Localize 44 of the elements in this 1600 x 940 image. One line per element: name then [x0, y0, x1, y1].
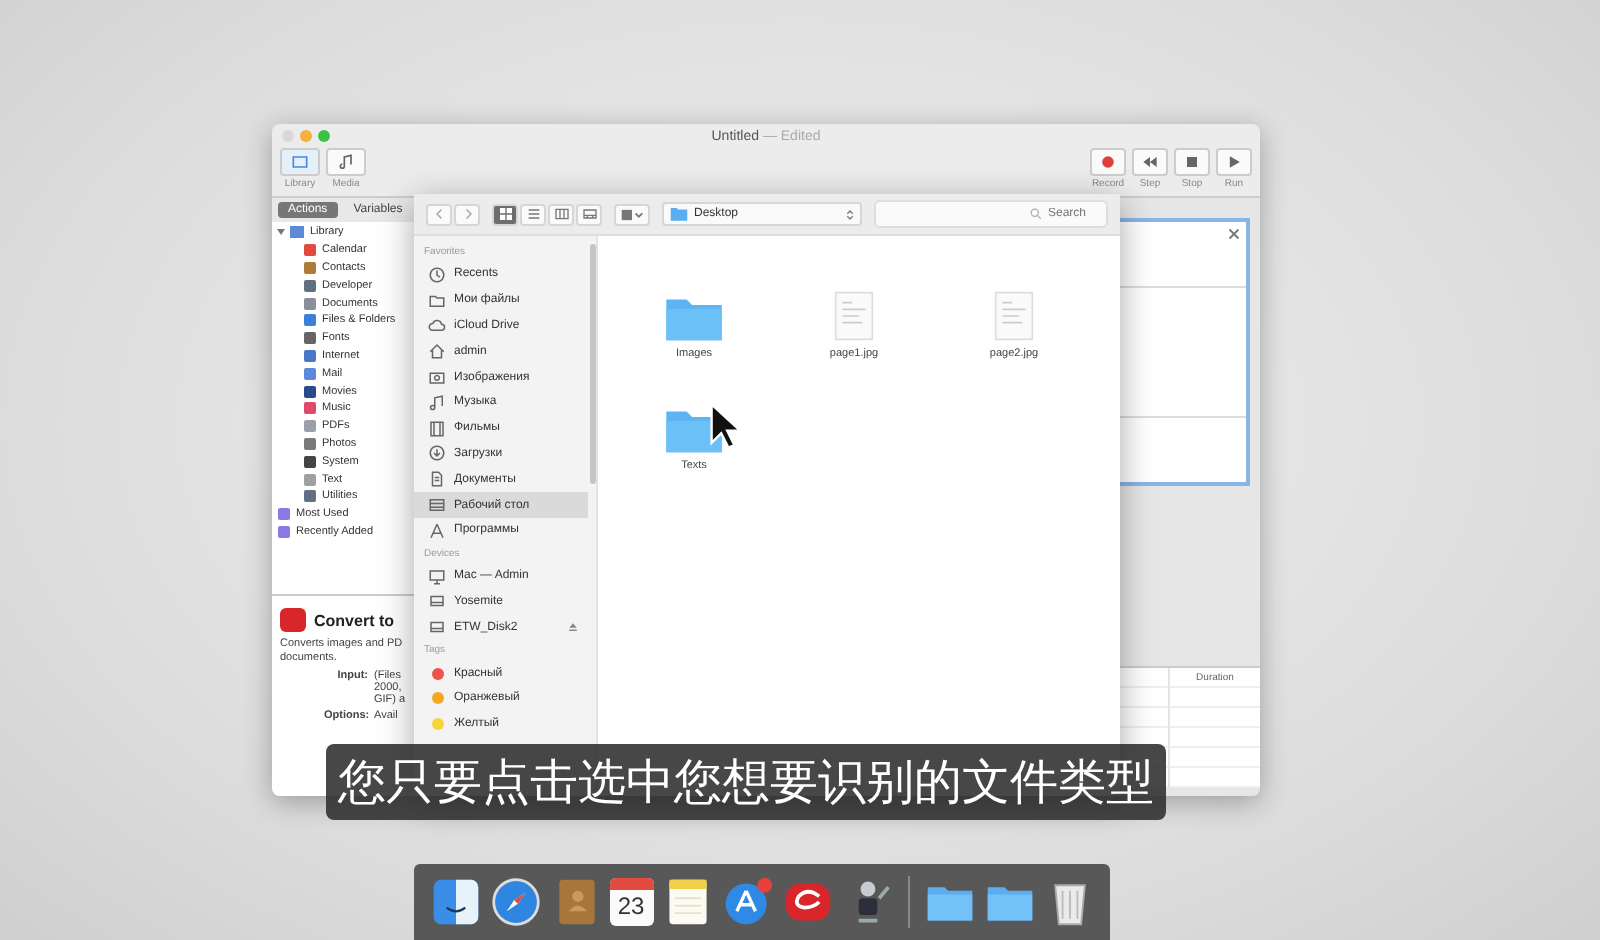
desktop-icon	[428, 496, 446, 515]
film-icon	[428, 419, 446, 438]
compass-icon[interactable]	[489, 876, 541, 928]
record-icon	[1098, 152, 1118, 172]
action-icon	[280, 608, 306, 632]
library-icon	[290, 226, 304, 239]
cloud-icon	[428, 316, 446, 335]
chevron-left-icon	[433, 208, 445, 220]
house-icon	[428, 342, 446, 361]
calendar-icon[interactable]: 23	[609, 878, 653, 926]
list-icon	[525, 206, 541, 222]
coverflow-view-button[interactable]	[576, 203, 602, 225]
window-icon	[290, 152, 310, 172]
app-store-icon[interactable]	[721, 876, 773, 928]
apps-icon	[428, 521, 446, 540]
close-icon[interactable]	[1228, 228, 1240, 240]
columns-icon	[553, 206, 569, 222]
drive-icon	[428, 592, 446, 611]
subtitle-caption: 您只要点击选中您想要识别的文件类型	[326, 744, 1166, 820]
icons-view-button[interactable]	[492, 203, 518, 225]
music-note-icon	[428, 393, 446, 412]
camera-icon	[428, 368, 446, 387]
drive-icon	[428, 618, 446, 637]
stop-icon	[1182, 152, 1202, 172]
folder-icon	[428, 291, 446, 310]
grid-icon	[497, 206, 513, 222]
action-title: Convert to	[314, 611, 394, 629]
download-icon	[428, 444, 446, 463]
music-note-icon	[336, 152, 356, 172]
folder-icon	[670, 206, 688, 222]
document-icon	[428, 470, 446, 489]
grid-dropdown-icon	[620, 207, 644, 221]
stepper-icon	[846, 207, 854, 221]
cover-flow-icon	[581, 206, 597, 222]
columns-view-button[interactable]	[548, 203, 574, 225]
list-view-button[interactable]	[520, 203, 546, 225]
eject-icon[interactable]	[568, 622, 578, 633]
rewind-icon	[1140, 152, 1160, 172]
play-icon	[1224, 152, 1244, 172]
clock-icon	[428, 265, 446, 284]
chevron-right-icon	[461, 208, 473, 220]
finder-icon[interactable]	[429, 876, 481, 928]
monitor-icon	[428, 567, 446, 586]
arrange-button[interactable]	[614, 203, 650, 225]
